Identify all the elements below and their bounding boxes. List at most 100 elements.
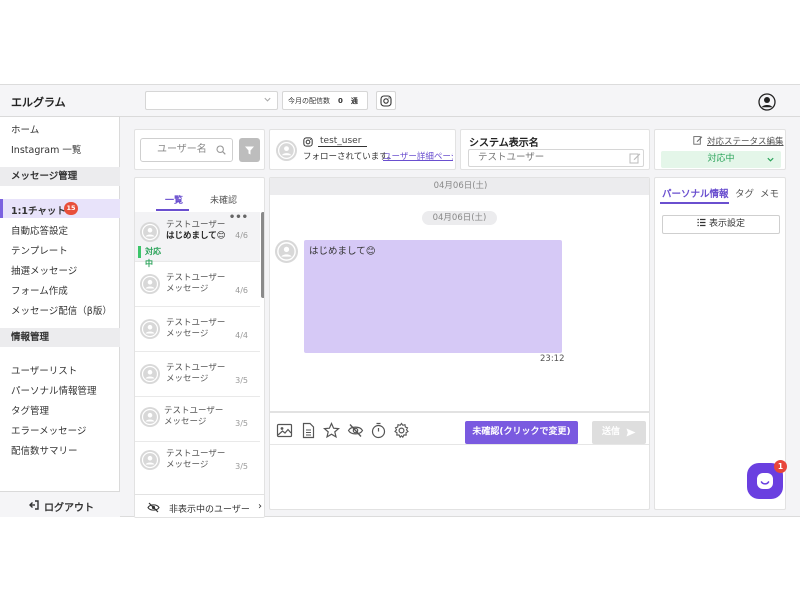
user-detail-link[interactable]: ユーザー詳細ページ <box>383 150 453 162</box>
sidebar-item-tag-manage[interactable]: タグ管理 <box>11 403 49 417</box>
conversation-last-message: メッセージ <box>164 417 207 427</box>
tab-unconfirmed[interactable]: 未確認 <box>210 193 237 206</box>
delivery-unit: 通 <box>350 96 358 105</box>
tab-tag[interactable]: タグ <box>735 186 754 200</box>
conversation-item[interactable]: テストユーザー メッセージ 4/4 <box>135 307 260 352</box>
conversation-item[interactable]: テストユーザー はじめまして😊 ••• 4/6 対応中 <box>135 212 260 268</box>
notification-badge: 1 <box>774 460 787 473</box>
user-account-icon[interactable] <box>758 93 776 111</box>
status-select-value: 対応中 <box>707 154 735 164</box>
tab-all[interactable]: 一覧 <box>165 193 183 206</box>
avatar-icon <box>140 450 160 470</box>
sidebar-item-chat[interactable]: 1:1チャット 15 <box>0 199 120 218</box>
sidebar-item-home[interactable]: ホーム <box>11 122 39 136</box>
unread-badge: 15 <box>64 202 78 215</box>
composer-toolbar: 未確認(クリックで変更) 送信 <box>270 411 649 445</box>
message-bubble: はじめまして😊 <box>304 240 562 353</box>
support-chat-launcher[interactable]: 1 <box>747 460 787 499</box>
more-options-icon[interactable]: ••• <box>229 212 248 223</box>
avatar-icon <box>140 407 160 427</box>
app-logo[interactable]: エルグラム <box>11 94 66 110</box>
message-text: はじめまして😊 <box>309 246 376 257</box>
conversation-date: 3/5 <box>235 376 248 385</box>
conversation-list-card: 一覧 未確認 テストユーザー はじめまして😊 ••• 4/6 対応中 テストユー… <box>134 177 265 518</box>
avatar-icon <box>140 222 160 242</box>
info-panel: パーソナル情報 タグ メモ 表示設定 <box>654 177 786 510</box>
gear-icon[interactable] <box>393 422 410 439</box>
hidden-users-button[interactable]: 非表示中のユーザー › <box>135 494 264 517</box>
chat-bubble-icon <box>757 473 773 489</box>
avatar-icon <box>276 140 297 161</box>
instagram-username[interactable]: test_user <box>318 136 368 147</box>
sidebar-item-personal-info[interactable]: パーソナル情報管理 <box>11 383 97 397</box>
unconfirmed-toggle-button[interactable]: 未確認(クリックで変更) <box>465 421 578 444</box>
sidebar-section-message: メッセージ管理 <box>0 167 120 186</box>
image-icon[interactable] <box>276 422 293 439</box>
chevron-right-icon: › <box>258 501 262 512</box>
chat-panel: 04月06日(土) 04月06日(土) はじめまして😊 23:12 未確認(クリ… <box>269 177 650 510</box>
star-icon[interactable] <box>323 422 340 439</box>
instagram-icon <box>303 137 313 147</box>
conversation-last-message: はじめまして😊 <box>166 231 226 241</box>
status-edit-link[interactable]: 対応ステータス編集 <box>707 135 784 147</box>
sidebar-item-delivery-summary[interactable]: 配信数サマリー <box>11 443 78 457</box>
avatar-icon <box>140 319 160 339</box>
status-select[interactable]: 対応中 <box>661 151 781 168</box>
delivery-count: 0 <box>338 96 343 105</box>
conversation-last-message: メッセージ <box>166 374 209 384</box>
avatar-icon <box>140 274 160 294</box>
sidebar-item-form[interactable]: フォーム作成 <box>11 283 68 297</box>
sidebar-item-error-message[interactable]: エラーメッセージ <box>11 423 86 437</box>
send-button[interactable]: 送信 <box>592 421 646 444</box>
date-separator: 04月06日(土) <box>422 211 497 225</box>
send-button-label: 送信 <box>602 427 621 437</box>
date-header: 04月06日(土) <box>270 178 649 195</box>
tab-personal-info[interactable]: パーソナル情報 <box>662 186 729 200</box>
eye-slash-icon[interactable] <box>347 422 364 439</box>
message-time: 23:12 <box>540 354 565 364</box>
sidebar-item-broadcast[interactable]: メッセージ配信（β版） <box>11 303 112 317</box>
timer-icon[interactable] <box>370 422 387 439</box>
eye-slash-icon <box>147 502 160 513</box>
account-select[interactable] <box>145 91 278 110</box>
conversation-date: 3/5 <box>235 462 248 471</box>
edit-pencil-icon[interactable] <box>629 152 641 164</box>
user-search-input[interactable]: ユーザー名 <box>140 138 233 162</box>
system-name-title: システム表示名 <box>469 138 539 149</box>
display-settings-label: 表示設定 <box>708 219 745 229</box>
conversation-item[interactable]: テストユーザー メッセージ 3/5 <box>135 397 260 442</box>
search-icon <box>216 145 226 155</box>
list-scrollbar[interactable] <box>261 212 264 298</box>
follow-status: フォローされています。 <box>303 152 396 162</box>
conversation-item[interactable]: テストユーザー メッセージ 3/5 <box>135 352 260 397</box>
sidebar-item-auto-reply[interactable]: 自動応答設定 <box>11 223 68 237</box>
tab-memo[interactable]: メモ <box>760 186 779 200</box>
conversation-date: 4/4 <box>235 331 248 340</box>
sidebar-item-lottery[interactable]: 抽選メッセージ <box>11 263 77 277</box>
list-icon <box>697 218 706 227</box>
sidebar-item-instagram-list[interactable]: Instagram 一覧 <box>11 142 81 156</box>
display-settings-button[interactable]: 表示設定 <box>662 215 780 234</box>
sidebar-section-info: 情報管理 <box>0 328 120 347</box>
user-search-placeholder: ユーザー名 <box>157 144 207 155</box>
tab-active-indicator <box>156 209 189 211</box>
sidebar-item-template[interactable]: テンプレート <box>11 243 68 257</box>
chevron-down-icon <box>264 97 271 102</box>
logout-button[interactable]: ログアウト <box>0 491 120 517</box>
conversation-date: 3/5 <box>235 419 248 428</box>
instagram-button[interactable] <box>376 91 396 110</box>
conversation-item[interactable]: テストユーザー メッセージ 4/6 <box>135 262 260 307</box>
filter-button[interactable] <box>239 138 260 162</box>
document-icon[interactable] <box>300 422 317 439</box>
sidebar-item-chat-label: 1:1チャット <box>11 206 66 217</box>
instagram-icon <box>380 94 392 107</box>
filter-icon <box>245 146 254 154</box>
system-name-input[interactable]: テストユーザー <box>468 149 644 167</box>
send-icon <box>626 428 636 437</box>
conversation-item[interactable]: テストユーザー メッセージ 3/5 <box>135 442 260 487</box>
conversation-last-message: メッセージ <box>166 284 209 294</box>
sidebar: ホーム Instagram 一覧 メッセージ管理 1:1チャット 15 自動応答… <box>0 117 120 517</box>
top-header: エルグラム 今月の配信数 0 通 <box>0 85 800 117</box>
conversation-date: 4/6 <box>235 286 248 295</box>
sidebar-item-user-list[interactable]: ユーザーリスト <box>11 363 77 377</box>
